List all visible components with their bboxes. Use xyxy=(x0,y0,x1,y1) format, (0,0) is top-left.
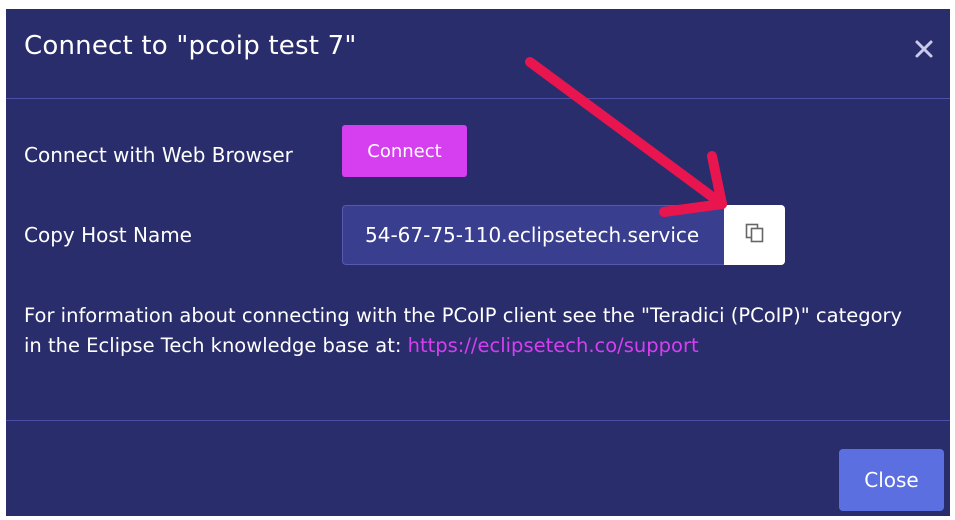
connect-button[interactable]: Connect xyxy=(342,125,467,177)
copy-icon xyxy=(744,222,766,248)
connect-dialog: Connect to "pcoip test 7" Connect with W… xyxy=(6,9,950,516)
dialog-title: Connect to "pcoip test 7" xyxy=(24,31,357,61)
host-name-label: Copy Host Name xyxy=(24,223,192,247)
close-button[interactable]: Close xyxy=(839,449,944,511)
close-icon[interactable] xyxy=(912,37,936,61)
copy-button[interactable] xyxy=(724,205,785,265)
dialog-header: Connect to "pcoip test 7" xyxy=(6,9,950,99)
web-browser-label: Connect with Web Browser xyxy=(24,143,293,167)
info-text: For information about connecting with th… xyxy=(24,301,924,361)
host-name-field[interactable] xyxy=(342,205,726,265)
footer-divider xyxy=(6,420,950,421)
support-link[interactable]: https://eclipsetech.co/support xyxy=(408,334,699,357)
